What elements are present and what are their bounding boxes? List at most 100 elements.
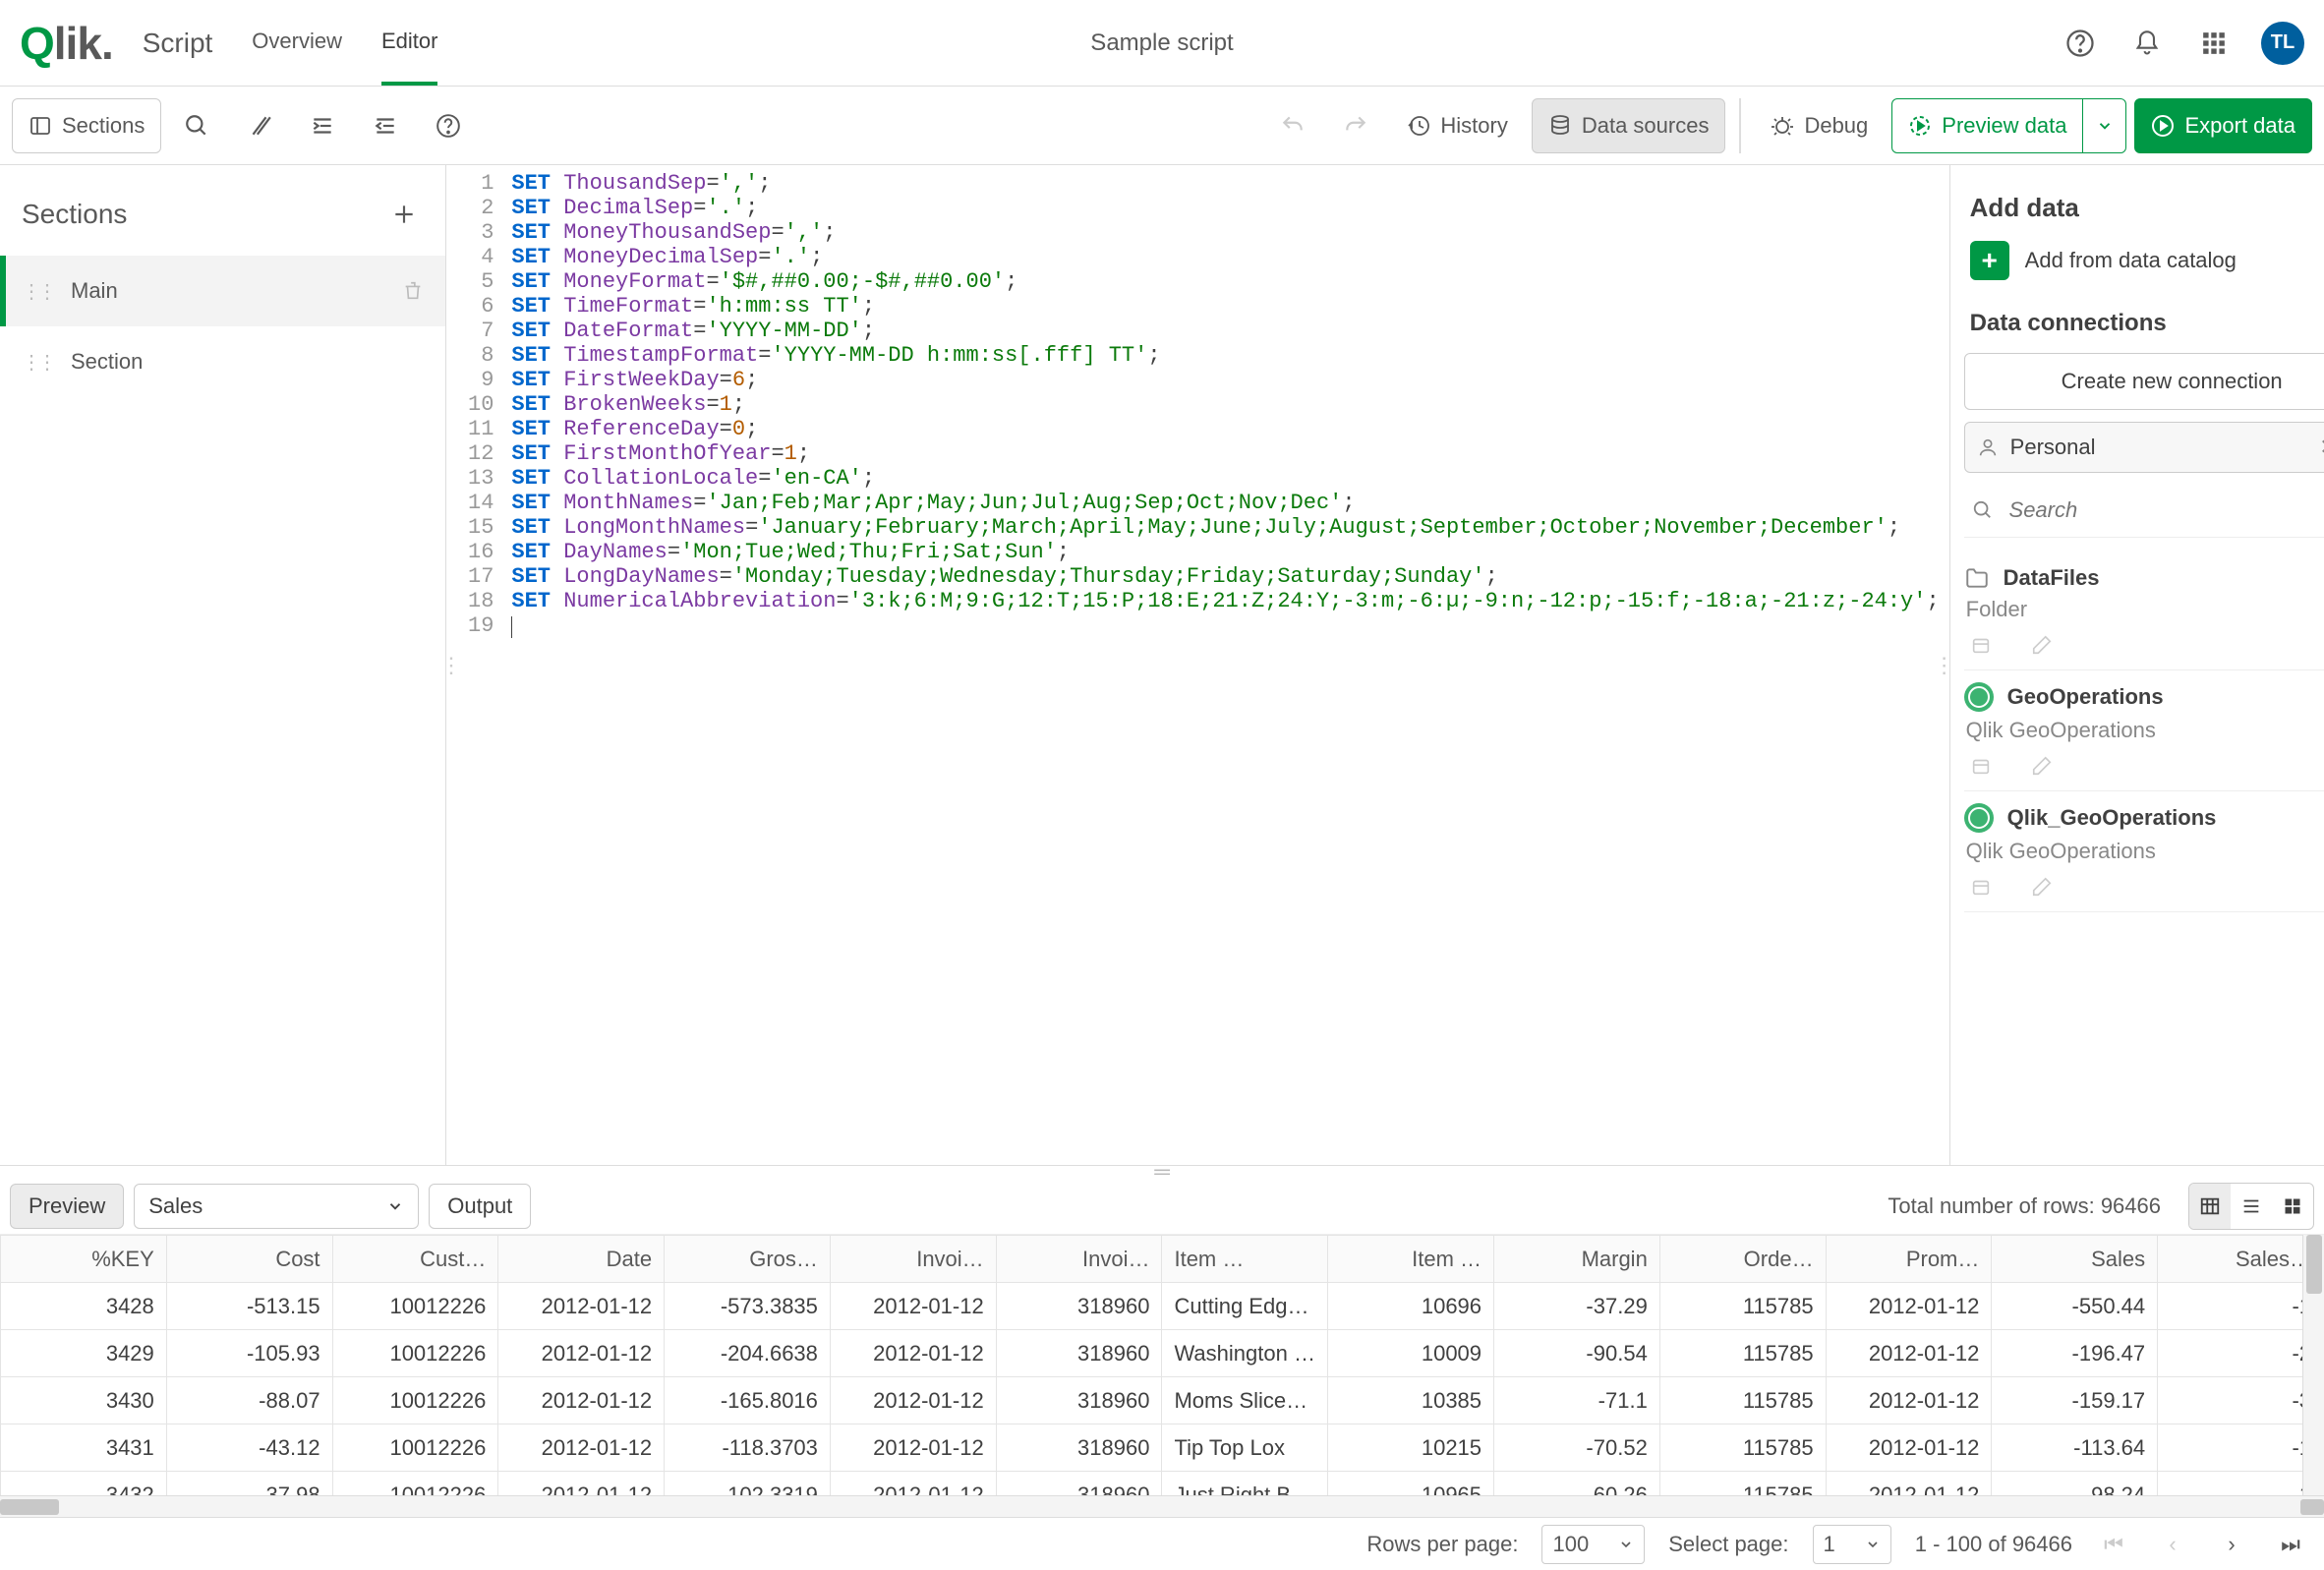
column-header[interactable]: Date (498, 1236, 665, 1283)
help-toolbar-icon[interactable] (421, 98, 476, 153)
connection-action-icon[interactable] (1970, 634, 1992, 656)
total-rows-label: Total number of rows: (1888, 1193, 2100, 1218)
preview-table[interactable]: %KEYCostCust…DateGros…Invoi…Invoi…Item …… (0, 1235, 2324, 1495)
connection-card[interactable]: Qlik_GeoOperations Qlik GeoOperations (1964, 791, 2324, 912)
column-header[interactable]: Invoi… (996, 1236, 1162, 1283)
table-cell: 10012226 (332, 1377, 498, 1425)
connection-subtitle: Folder (1966, 597, 2324, 622)
sections-toggle-button[interactable]: Sections (12, 98, 161, 153)
preview-table-select[interactable]: Sales (134, 1184, 419, 1229)
column-header[interactable]: Sales (1992, 1236, 2158, 1283)
toolbar: Sections History Data sources Debug Prev… (0, 87, 2324, 165)
add-from-catalog-button[interactable]: + Add from data catalog (1970, 241, 2324, 280)
clear-filter-icon[interactable]: ✕ (2319, 435, 2324, 460)
preview-data-button[interactable]: Preview data (1891, 98, 2083, 153)
section-label: Section (71, 349, 424, 375)
indent-icon[interactable] (295, 98, 350, 153)
view-table-icon[interactable] (2189, 1184, 2231, 1229)
resize-handle-left[interactable]: ⋮ (446, 165, 456, 1165)
view-list-icon[interactable] (2231, 1184, 2272, 1229)
delete-section-icon[interactable] (402, 280, 424, 302)
table-cell: 2012-01-12 (498, 1377, 665, 1425)
page-prev-button[interactable]: ‹ (2155, 1527, 2190, 1562)
connection-action-icon[interactable] (2031, 755, 2053, 777)
horizontal-scrollbar[interactable] (0, 1495, 2324, 1517)
space-filter[interactable]: Personal ✕ (1964, 422, 2324, 473)
drag-handle-icon[interactable]: ⋮⋮ (22, 279, 53, 304)
resize-handle-right[interactable]: ⋮ (1940, 165, 1949, 1165)
data-sources-button[interactable]: Data sources (1532, 98, 1726, 153)
comment-toggle-icon[interactable] (232, 98, 287, 153)
editor-panel: 12345678910111213141516171819 SET Thousa… (456, 165, 1940, 1165)
rows-per-page-select[interactable]: 100 (1541, 1525, 1645, 1564)
output-tab[interactable]: Output (429, 1184, 531, 1229)
column-header[interactable]: Gros… (665, 1236, 831, 1283)
preview-tab[interactable]: Preview (10, 1184, 124, 1229)
column-header[interactable]: Item … (1328, 1236, 1494, 1283)
search-icon[interactable] (169, 98, 224, 153)
code-editor[interactable]: 12345678910111213141516171819 SET Thousa… (456, 165, 1940, 1165)
table-row[interactable]: 3429-105.93100122262012-01-12-204.663820… (1, 1330, 2324, 1377)
connection-search[interactable] (1964, 483, 2324, 538)
column-header[interactable]: Prom… (1826, 1236, 1992, 1283)
column-header[interactable]: Sales… (2158, 1236, 2324, 1283)
resize-handle-horizontal[interactable]: ═ (0, 1166, 2324, 1178)
debug-label: Debug (1804, 113, 1868, 139)
vertical-scrollbar[interactable] (2302, 1235, 2324, 1495)
drag-handle-icon[interactable]: ⋮⋮ (22, 350, 53, 375)
table-row[interactable]: 3430-88.07100122262012-01-12-165.8016201… (1, 1377, 2324, 1425)
tab-overview[interactable]: Overview (252, 1, 342, 86)
column-header[interactable]: %KEY (1, 1236, 167, 1283)
table-row[interactable]: 3431-43.12100122262012-01-12-118.3703201… (1, 1425, 2324, 1472)
help-icon[interactable] (2061, 24, 2100, 63)
column-header[interactable]: Invoi… (830, 1236, 996, 1283)
user-avatar[interactable]: TL (2261, 22, 2304, 65)
outdent-icon[interactable] (358, 98, 413, 153)
column-header[interactable]: Orde… (1659, 1236, 1826, 1283)
rows-per-page-value: 100 (1552, 1532, 1589, 1557)
connection-action-icon[interactable] (1970, 755, 1992, 777)
preview-data-dropdown[interactable] (2083, 98, 2126, 153)
debug-button[interactable]: Debug (1755, 98, 1884, 153)
table-cell: 10385 (1328, 1377, 1494, 1425)
connection-action-icon[interactable] (2031, 634, 2053, 656)
select-page-select[interactable]: 1 (1813, 1525, 1891, 1564)
column-header[interactable]: Item … (1162, 1236, 1328, 1283)
connection-card[interactable]: DataFiles Folder (1964, 553, 2324, 670)
tab-editor[interactable]: Editor (381, 1, 437, 86)
redo-icon[interactable] (1328, 98, 1383, 153)
table-cell: 2012-01-12 (1826, 1377, 1992, 1425)
connection-search-input[interactable] (2007, 496, 2324, 524)
history-button[interactable]: History (1391, 98, 1523, 153)
table-cell: -88.07 (166, 1377, 332, 1425)
bell-icon[interactable] (2127, 24, 2167, 63)
add-section-button[interactable] (384, 195, 424, 234)
connection-card[interactable]: GeoOperations Qlik GeoOperations (1964, 670, 2324, 791)
view-grid-icon[interactable] (2272, 1184, 2313, 1229)
preview-toolbar: Preview Sales Output Total number of row… (0, 1178, 2324, 1235)
rows-per-page-label: Rows per page: (1366, 1532, 1518, 1557)
connection-action-icon[interactable] (2031, 876, 2053, 898)
section-item-section[interactable]: ⋮⋮ Section (0, 326, 445, 397)
page-last-button[interactable]: ⏭ (2273, 1527, 2308, 1562)
connection-name: DataFiles (2004, 565, 2100, 591)
connection-action-icon[interactable] (1970, 876, 1992, 898)
table-row[interactable]: 3432-37.98100122262012-01-12-102.3319201… (1, 1472, 2324, 1496)
column-header[interactable]: Cost (166, 1236, 332, 1283)
column-header[interactable]: Margin (1494, 1236, 1660, 1283)
table-row[interactable]: 3428-513.15100122262012-01-12-573.383520… (1, 1283, 2324, 1330)
qlik-logo[interactable]: Qlik. (20, 17, 113, 70)
apps-grid-icon[interactable] (2194, 24, 2234, 63)
table-cell: -573.3835 (665, 1283, 831, 1330)
table-cell: -204.6638 (665, 1330, 831, 1377)
table-cell: -2 (2158, 1330, 2324, 1377)
column-header[interactable]: Cust… (332, 1236, 498, 1283)
export-data-button[interactable]: Export data (2134, 98, 2312, 153)
undo-icon[interactable] (1265, 98, 1320, 153)
page-first-button[interactable]: ⏮ (2096, 1527, 2131, 1562)
section-item-main[interactable]: ⋮⋮ Main (0, 256, 445, 326)
create-connection-button[interactable]: Create new connection (1964, 353, 2324, 410)
table-cell: 10696 (1328, 1283, 1494, 1330)
table-cell: -90.54 (1494, 1330, 1660, 1377)
page-next-button[interactable]: › (2214, 1527, 2249, 1562)
